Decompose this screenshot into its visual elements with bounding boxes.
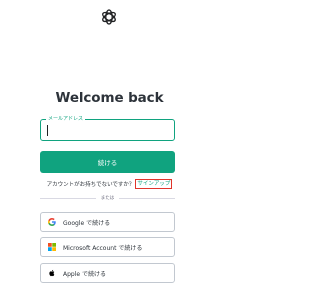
openai-logo-icon (99, 7, 119, 27)
microsoft-signin-label: Microsoft Account で続ける (63, 244, 143, 252)
page-title: Welcome back (55, 90, 164, 106)
microsoft-signin-button[interactable]: Microsoft Account で続ける (40, 237, 175, 257)
apple-icon (48, 269, 56, 277)
apple-signin-button[interactable]: Apple で続ける (40, 263, 175, 283)
signup-link[interactable]: サインアップ (135, 179, 173, 189)
apple-signin-label: Apple で続ける (63, 270, 106, 278)
signup-prompt-text: アカウントがお持ちでないですか？ (46, 182, 135, 188)
continue-button[interactable]: 続ける (40, 151, 175, 173)
signup-prompt-row: アカウントがお持ちでないですか？ サインアップ (0, 178, 219, 190)
text-caret (47, 125, 48, 136)
email-field[interactable]: メールアドレス (40, 115, 175, 141)
login-page: Welcome back メールアドレス 続ける アカウントがお持ちでないですか… (0, 0, 219, 300)
google-icon (48, 218, 56, 226)
microsoft-icon (48, 243, 56, 251)
google-signin-label: Google で続ける (63, 219, 111, 227)
or-divider: または (40, 194, 175, 202)
email-input[interactable] (41, 120, 174, 140)
divider-line-left (40, 197, 96, 199)
divider-line-right (119, 197, 175, 199)
google-signin-button[interactable]: Google で続ける (40, 212, 175, 232)
divider-label: または (100, 196, 115, 201)
